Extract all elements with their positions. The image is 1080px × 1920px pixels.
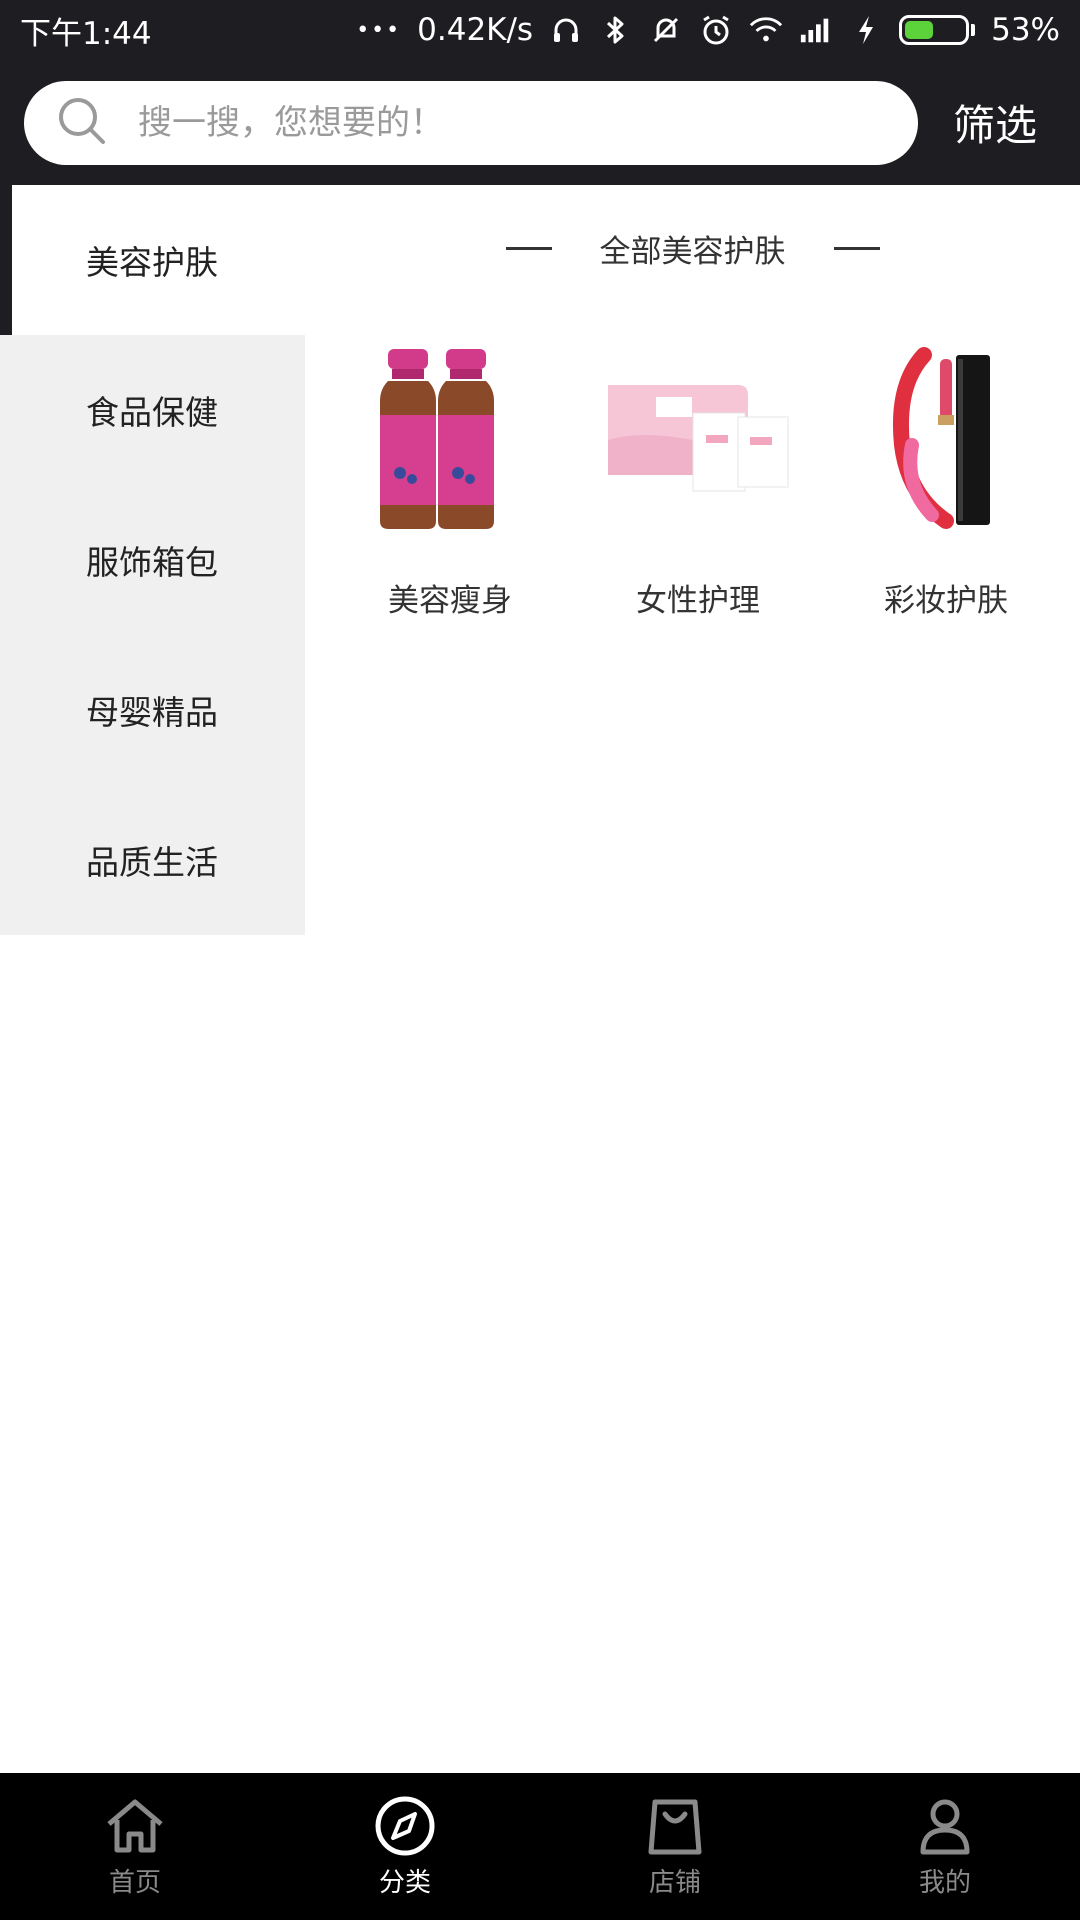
section-title: 全部美容护肤	[305, 220, 1080, 276]
search-input[interactable]	[138, 103, 838, 143]
network-speed: 0.42K/s	[417, 12, 534, 48]
title-line-left	[505, 246, 552, 250]
search-header: 筛选	[0, 60, 1080, 185]
nav-label: 店铺	[648, 1868, 701, 1898]
section-title-text: 全部美容护肤	[599, 233, 786, 270]
drink-bottles-image	[380, 349, 494, 529]
battery-icon	[899, 15, 976, 45]
category-item-food[interactable]: 食品保健	[0, 335, 305, 485]
more-dots: •••	[356, 17, 402, 43]
category-item-apparel[interactable]: 服饰箱包	[0, 485, 305, 635]
home-icon	[107, 1799, 163, 1853]
nav-item-profile[interactable]: 我的	[810, 1773, 1080, 1920]
mute-bell-icon	[649, 13, 683, 47]
category-label: 美容护肤	[86, 243, 218, 282]
title-line-right	[833, 246, 880, 250]
category-label: 母婴精品	[86, 693, 218, 732]
nav-item-category[interactable]: 分类	[270, 1773, 540, 1920]
category-label: 服饰箱包	[86, 543, 218, 582]
search-bar[interactable]	[24, 81, 918, 165]
nav-item-store[interactable]: 店铺	[540, 1773, 810, 1920]
product-item-feminine-care[interactable]: 女性护理	[578, 345, 818, 635]
bluetooth-icon	[599, 13, 633, 47]
category-item-lifestyle[interactable]: 品质生活	[0, 785, 305, 935]
status-time: 下午1:44	[20, 15, 152, 52]
nav-label: 分类	[378, 1868, 431, 1898]
user-icon	[920, 1799, 970, 1855]
alarm-icon	[699, 13, 733, 47]
signal-icon	[799, 13, 833, 47]
product-item-makeup[interactable]: 彩妆护肤	[826, 345, 1066, 635]
search-icon	[56, 95, 108, 151]
battery-percent: 53%	[991, 12, 1060, 48]
product-name: 彩妆护肤	[884, 583, 1008, 619]
nav-item-home[interactable]: 首页	[0, 1773, 270, 1920]
category-item-beauty[interactable]: 美容护肤	[0, 185, 305, 335]
product-name: 美容瘦身	[388, 583, 512, 619]
lipstick-image	[892, 347, 990, 529]
status-icons: ••• 0.42K/s 53%	[356, 12, 1060, 48]
category-label: 食品保健	[86, 393, 218, 432]
shopping-bag-icon	[648, 1799, 702, 1855]
category-sidebar: 美容护肤 食品保健 服饰箱包 母婴精品 品质生活	[0, 185, 305, 935]
status-bar: 下午1:44 ••• 0.42K/s 53%	[0, 0, 1080, 60]
category-label: 品质生活	[86, 843, 218, 882]
wifi-icon	[749, 13, 783, 47]
product-name: 女性护理	[636, 583, 760, 619]
compass-icon	[375, 1796, 435, 1856]
filter-button[interactable]: 筛选	[930, 80, 1060, 164]
headphones-icon	[549, 13, 583, 47]
nav-label: 我的	[918, 1868, 971, 1898]
category-item-baby[interactable]: 母婴精品	[0, 635, 305, 785]
nav-label: 首页	[108, 1868, 161, 1898]
product-item-slimming[interactable]: 美容瘦身	[330, 345, 570, 635]
charging-icon	[849, 13, 883, 47]
bottom-nav: 首页 分类 店铺 我的	[0, 1773, 1080, 1920]
pads-package-image	[608, 385, 789, 492]
app-screen: 下午1:44 ••• 0.42K/s 53% 搜一搜，您想要的！ 筛选 美容护肤…	[0, 0, 1080, 1920]
